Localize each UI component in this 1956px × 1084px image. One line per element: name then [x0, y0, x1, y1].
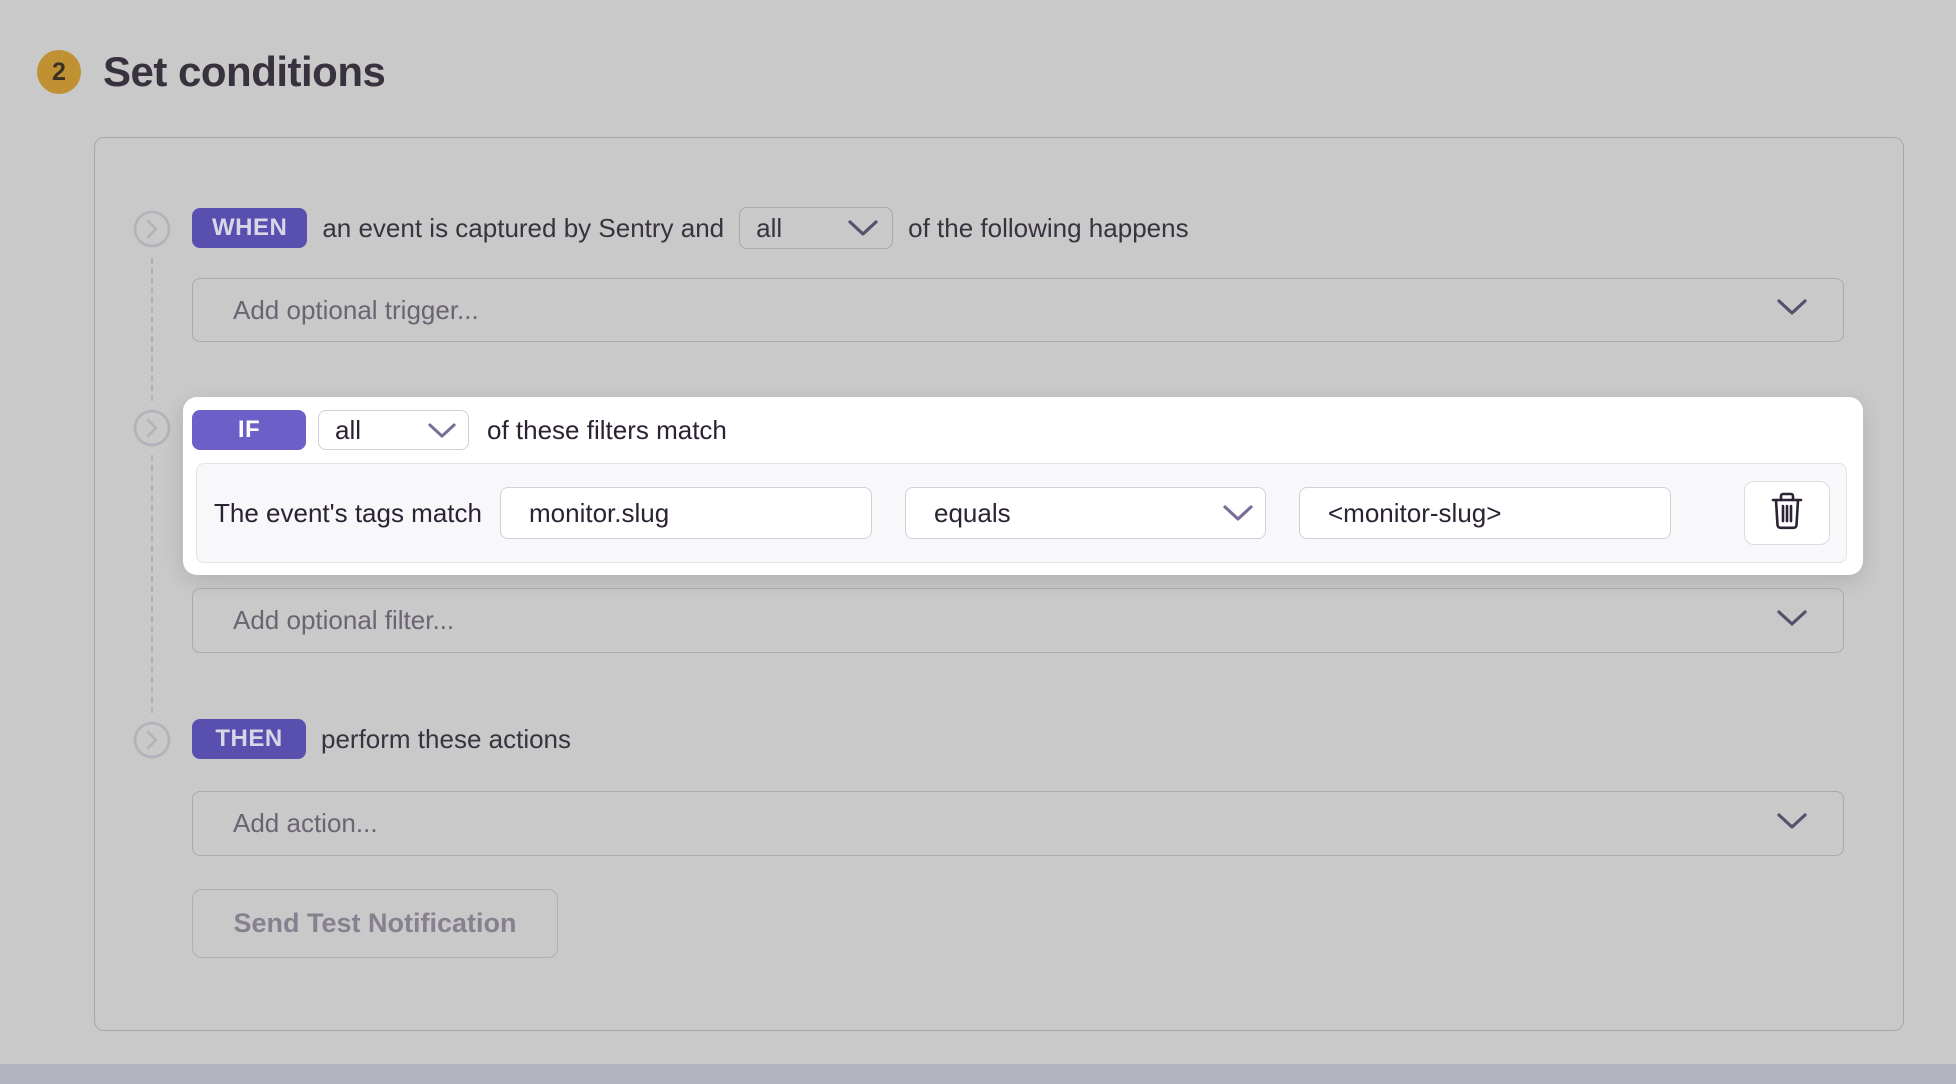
- chevron-down-icon: [428, 415, 456, 446]
- add-filter-placeholder: Add optional filter...: [233, 605, 1777, 636]
- if-header-row: IF all of these filters match: [192, 410, 727, 450]
- if-match-select[interactable]: all: [318, 410, 469, 450]
- then-row: THEN perform these actions: [192, 717, 571, 761]
- match-type-select-value: equals: [934, 498, 1011, 529]
- match-type-select[interactable]: equals: [905, 487, 1266, 539]
- tag-value-input[interactable]: [1299, 487, 1671, 539]
- conditions-panel: WHEN an event is captured by Sentry and …: [94, 137, 1904, 1031]
- collapse-when-icon[interactable]: [133, 210, 171, 248]
- filter-label: The event's tags match: [214, 498, 482, 529]
- add-action-dropdown[interactable]: Add action...: [192, 791, 1844, 856]
- chevron-down-icon: [1777, 299, 1807, 321]
- filter-condition-row: The event's tags match equals: [196, 463, 1847, 563]
- add-trigger-dropdown[interactable]: Add optional trigger...: [192, 278, 1844, 342]
- chevron-down-icon: [1223, 498, 1253, 529]
- when-text-before: an event is captured by Sentry and: [322, 213, 724, 244]
- add-trigger-placeholder: Add optional trigger...: [233, 295, 1777, 326]
- rail-connector: [151, 258, 153, 401]
- chevron-down-icon: [1777, 610, 1807, 632]
- when-row: WHEN an event is captured by Sentry and …: [192, 206, 1189, 250]
- if-match-select-value: all: [335, 415, 361, 446]
- add-action-placeholder: Add action...: [233, 808, 1777, 839]
- when-match-select[interactable]: all: [739, 207, 893, 249]
- if-badge: IF: [192, 410, 306, 450]
- if-filter-card: IF all of these filters match The event'…: [183, 397, 1863, 575]
- rail-connector: [151, 455, 153, 713]
- then-badge: THEN: [192, 719, 306, 759]
- collapse-if-icon[interactable]: [133, 409, 171, 447]
- when-badge: WHEN: [192, 208, 307, 248]
- page-title: Set conditions: [103, 48, 385, 96]
- send-test-notification-button[interactable]: Send Test Notification: [192, 889, 558, 958]
- when-text-after: of the following happens: [908, 213, 1188, 244]
- set-conditions-page: 2 Set conditions WHEN an event is captur…: [0, 0, 1956, 1084]
- section-header: 2 Set conditions: [37, 48, 385, 96]
- footer-strip: [0, 1064, 1956, 1084]
- step-number-badge: 2: [37, 50, 81, 94]
- delete-filter-button[interactable]: [1744, 481, 1830, 545]
- trash-icon: [1770, 492, 1804, 535]
- tag-key-input[interactable]: [500, 487, 872, 539]
- chevron-down-icon: [1777, 813, 1807, 835]
- when-match-select-value: all: [756, 213, 782, 244]
- if-text-after: of these filters match: [487, 415, 727, 446]
- add-filter-dropdown[interactable]: Add optional filter...: [192, 588, 1844, 653]
- collapse-then-icon[interactable]: [133, 721, 171, 759]
- then-text-after: perform these actions: [321, 724, 571, 755]
- chevron-down-icon: [848, 213, 878, 244]
